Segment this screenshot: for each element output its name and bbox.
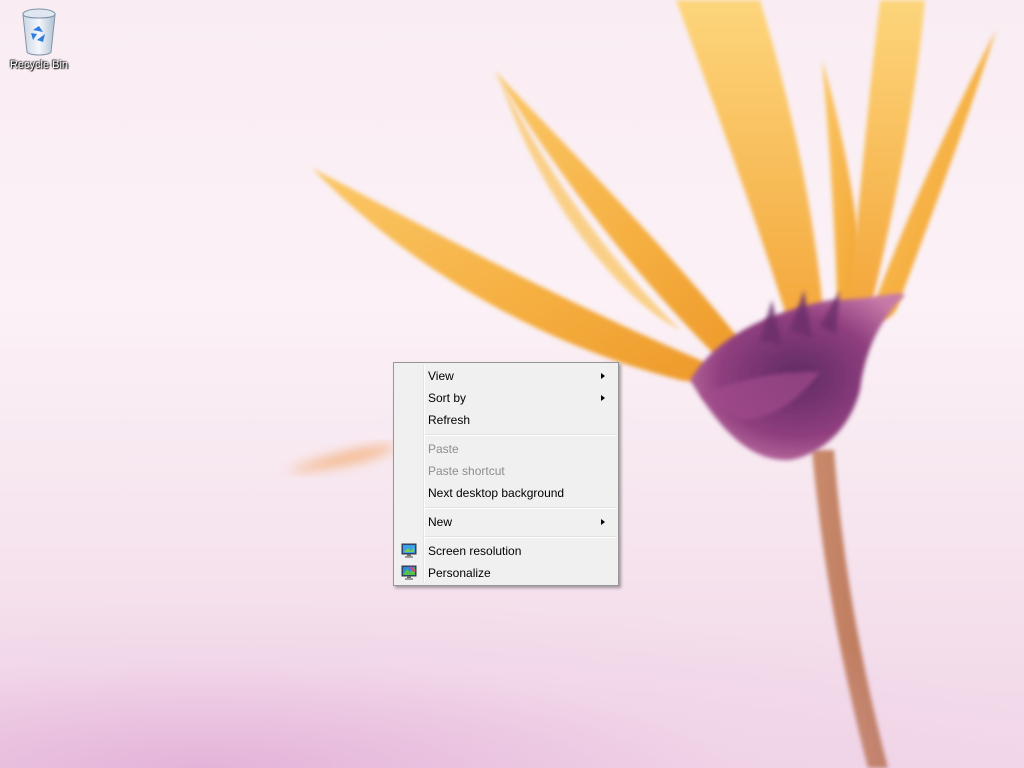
menu-item-label: Screen resolution xyxy=(428,544,522,558)
menu-item-sort-by[interactable]: Sort by xyxy=(396,387,616,409)
menu-separator xyxy=(425,536,617,538)
menu-item-screen-resolution[interactable]: Screen resolution xyxy=(396,540,616,562)
menu-separator xyxy=(425,434,617,436)
menu-item-label: Refresh xyxy=(428,413,471,427)
menu-item-label: Paste shortcut xyxy=(428,464,505,478)
submenu-arrow-icon xyxy=(601,395,605,401)
submenu-arrow-icon xyxy=(601,373,605,379)
menu-item-next-desktop-background[interactable]: Next desktop background xyxy=(396,482,616,504)
desktop[interactable]: Recycle Bin View Sort by Refresh Paste P… xyxy=(0,0,1024,768)
menu-item-personalize[interactable]: Personalize xyxy=(396,562,616,584)
menu-item-paste-shortcut: Paste shortcut xyxy=(396,460,616,482)
menu-item-label: Next desktop background xyxy=(428,486,565,500)
personalize-icon xyxy=(401,565,417,580)
menu-item-label: New xyxy=(428,515,453,529)
desktop-icon-recycle-bin[interactable]: Recycle Bin xyxy=(4,6,74,71)
menu-item-label: Paste xyxy=(428,442,459,456)
menu-item-paste: Paste xyxy=(396,438,616,460)
menu-separator xyxy=(425,507,617,509)
wallpaper-bottom-glow xyxy=(0,598,1024,768)
screen-resolution-icon xyxy=(401,543,417,558)
desktop-context-menu: View Sort by Refresh Paste Paste shortcu… xyxy=(393,362,619,586)
menu-item-label: Personalize xyxy=(428,566,491,580)
recycle-bin-icon xyxy=(22,8,56,56)
desktop-icon-label: Recycle Bin xyxy=(9,59,69,71)
menu-item-new[interactable]: New xyxy=(396,511,616,533)
menu-item-view[interactable]: View xyxy=(396,365,616,387)
menu-item-label: Sort by xyxy=(428,391,467,405)
submenu-arrow-icon xyxy=(601,519,605,525)
menu-item-refresh[interactable]: Refresh xyxy=(396,409,616,431)
menu-item-label: View xyxy=(428,369,454,383)
